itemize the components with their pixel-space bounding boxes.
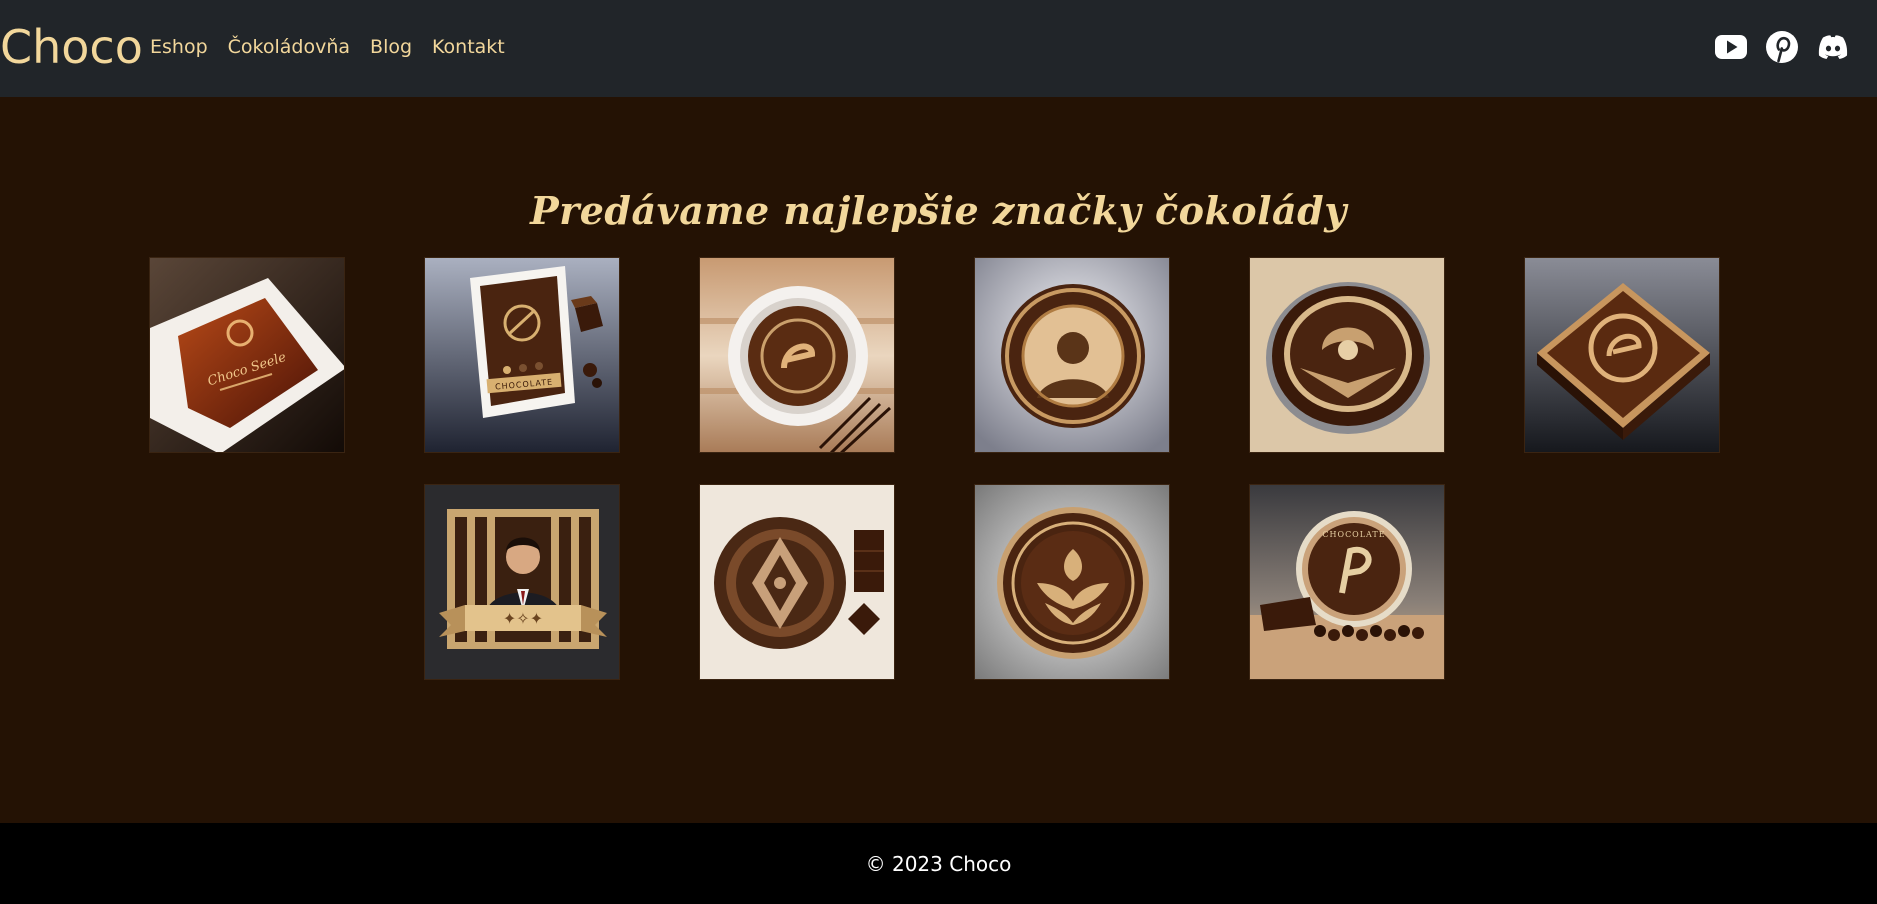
brand-logo-tile[interactable] [974, 484, 1170, 680]
youtube-icon[interactable] [1715, 28, 1747, 66]
brand-logo-tile[interactable] [974, 257, 1170, 453]
chocolate-square-e-logo-icon [1525, 258, 1719, 452]
chocolate-compass-logo-icon [700, 485, 894, 679]
nav-link-eshop[interactable]: Eshop [150, 33, 208, 61]
gentleman-banner-logo-icon: ✦✧✦ [425, 485, 619, 679]
brand-logo-tile[interactable]: ✦✧✦ [424, 484, 620, 680]
brand-logo-tile[interactable]: Choco Seele [149, 257, 345, 453]
chocolate-bar-package-logo-icon: CHOCOLATE [425, 258, 619, 452]
brand-logo-tile[interactable] [699, 484, 895, 680]
page-title: Predávame najlepšie značky čokolády [530, 188, 1347, 233]
nav-link-cokoladovna[interactable]: Čokoládovňa [228, 33, 350, 61]
brand-logo-tile[interactable]: CHOCOLATE [424, 257, 620, 453]
navbar: Choco Eshop Čokoládovňa Blog Kontakt [0, 0, 1877, 97]
brand-logo-tile[interactable] [1524, 257, 1720, 453]
cocoa-leaf-emblem-icon [975, 485, 1169, 679]
chocolate-box-logo-icon: Choco Seele [150, 258, 344, 452]
brand-logo[interactable]: Choco [0, 14, 143, 80]
chocolatier-portrait-logo-icon [975, 258, 1169, 452]
nav-link-kontakt[interactable]: Kontakt [432, 33, 505, 61]
chocolate-swirl-emblem-icon [1250, 258, 1444, 452]
chocolate-coin-logo-icon: CHOCOLATE [1250, 485, 1444, 679]
nav-menu: Eshop Čokoládovňa Blog Kontakt [150, 33, 505, 61]
nav-link-blog[interactable]: Blog [370, 33, 412, 61]
brand-text: CHOCOLATE [1322, 530, 1385, 539]
discord-icon[interactable] [1817, 28, 1849, 66]
chocolate-plate-e-logo-icon [700, 258, 894, 452]
brand-logo-tile[interactable] [699, 257, 895, 453]
brand-logo-tile[interactable]: CHOCOLATE [1249, 484, 1445, 680]
footer: © 2023 Choco [0, 823, 1877, 904]
brand-logo-tile[interactable] [1249, 257, 1445, 453]
svg-text:✦✧✦: ✦✧✦ [503, 609, 543, 628]
copyright-text: © 2023 Choco [865, 852, 1012, 876]
pinterest-icon[interactable] [1766, 28, 1798, 66]
